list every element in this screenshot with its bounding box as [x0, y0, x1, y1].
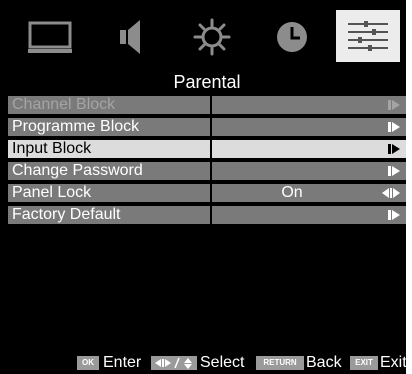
menu-item-panel-lock[interactable]: Panel Lock On [8, 184, 406, 202]
menu-item-value-cell: On [212, 184, 406, 202]
sound-icon [120, 20, 140, 54]
ok-key-badge: OK [77, 356, 99, 370]
menu-item-label: Input Block [8, 140, 210, 158]
exit-key-badge: EXIT [350, 356, 378, 370]
menu-item-value-cell [212, 140, 406, 158]
help-exit-text: Exit [380, 354, 406, 371]
tab-options[interactable] [336, 10, 400, 62]
help-back-text: Back [306, 354, 342, 371]
tab-settings[interactable] [180, 10, 244, 62]
help-bar: OK Enter Select RETURN Back EXIT Exit [0, 352, 406, 374]
menu-title: Parental [173, 72, 241, 92]
tab-clock[interactable] [260, 10, 324, 62]
menu-item-change-password[interactable]: Change Password [8, 162, 406, 180]
settings-icon [193, 18, 231, 56]
menu-item-value-cell [212, 162, 406, 180]
options-icon [348, 21, 388, 51]
menu-tab-bar [20, 10, 406, 62]
return-key-badge: RETURN [256, 356, 304, 370]
menu-item-label: Factory Default [8, 206, 210, 224]
tab-sound[interactable] [100, 10, 164, 62]
menu-item-value: On [281, 184, 303, 201]
menu-item-label: Programme Block [8, 118, 210, 136]
menu-item-value-cell [212, 206, 406, 224]
arrow-right-icon [388, 210, 400, 220]
menu-item-input-block[interactable]: Input Block [8, 140, 406, 158]
navigate-arrows-icon [151, 356, 197, 370]
menu-item-programme-block[interactable]: Programme Block [8, 118, 406, 136]
help-enter-text: Enter [103, 354, 142, 371]
tab-picture[interactable] [20, 10, 84, 62]
menu-item-label: Change Password [8, 162, 210, 180]
menu-item-label: Panel Lock [8, 184, 210, 202]
menu-item-factory-default[interactable]: Factory Default [8, 206, 406, 224]
arrow-left-right-icon [382, 188, 400, 198]
menu-item-label: Channel Block [8, 96, 210, 114]
arrow-right-icon [388, 166, 400, 176]
arrow-right-icon [388, 122, 400, 132]
tv-menu-screen: Parental Channel Block Programme Block I… [0, 0, 406, 374]
menu-item-channel-block[interactable]: Channel Block [8, 96, 406, 114]
clock-icon [277, 22, 307, 52]
parental-menu: Channel Block Programme Block Input Bloc… [8, 96, 406, 228]
arrow-right-icon [388, 144, 400, 154]
arrow-right-icon [388, 100, 400, 110]
help-select-text: Select [200, 354, 245, 371]
menu-item-value-cell [212, 118, 406, 136]
menu-item-value-cell [212, 96, 406, 114]
picture-icon [28, 21, 72, 53]
